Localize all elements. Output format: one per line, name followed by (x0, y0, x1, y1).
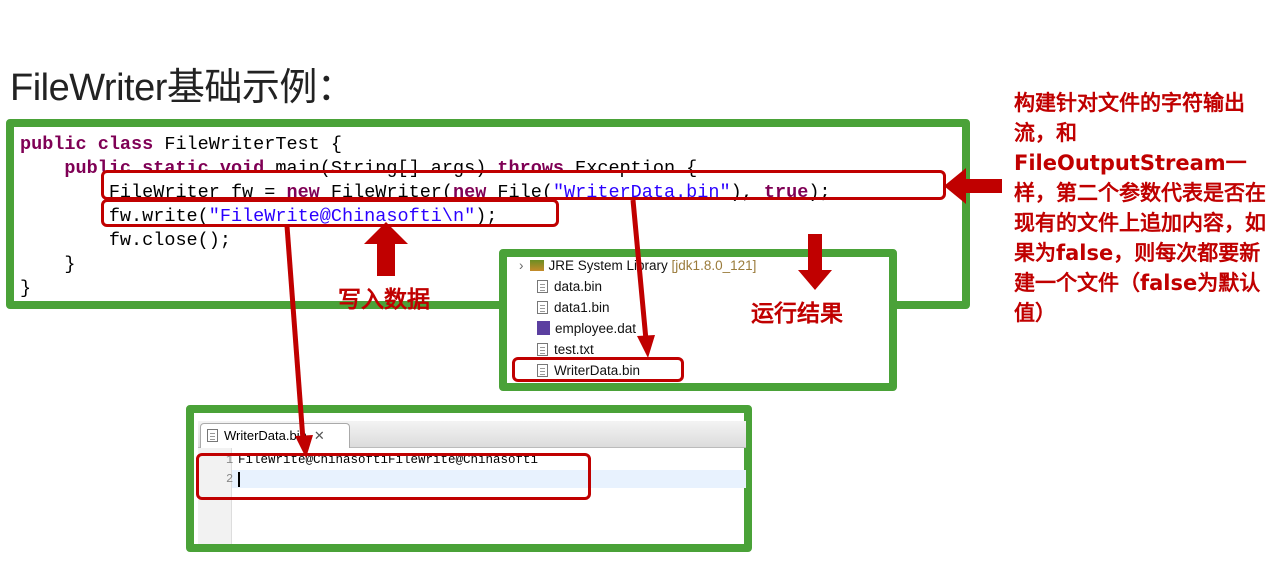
highlight-editor-content (196, 453, 591, 500)
run-result-label: 运行结果 (751, 301, 843, 327)
tree-item-file[interactable]: data.bin (537, 279, 602, 294)
side-note: 构建针对文件的字符输出流，和FileOutputStream一样，第二个参数代表… (1014, 91, 1266, 325)
highlight-writerdata-file (512, 357, 684, 382)
file-icon (207, 429, 218, 442)
tree-item-file[interactable]: employee.dat (537, 321, 636, 336)
chevron-right-icon: › (519, 258, 524, 273)
tree-item-file[interactable]: data1.bin (537, 300, 610, 315)
code-line-6: } (64, 254, 76, 275)
write-data-label: 写入数据 (338, 287, 430, 313)
file-icon (537, 343, 548, 356)
editor-tab-label: WriterData.bin (224, 428, 307, 443)
close-icon[interactable]: ✕ (314, 428, 325, 443)
tree-item-file[interactable]: test.txt (537, 342, 594, 357)
highlight-write-line (101, 199, 559, 227)
tree-item-jre[interactable]: › JRE System Library [jdk1.8.0_121] (519, 258, 756, 273)
code-line-1: public class FileWriterTest { (20, 134, 342, 155)
up-arrow-icon (364, 222, 408, 276)
highlight-filewriter-line (101, 170, 946, 200)
file-icon (537, 301, 548, 314)
file-icon (537, 280, 548, 293)
library-icon (529, 260, 544, 271)
editor-tab[interactable]: WriterData.bin ✕ (200, 423, 350, 448)
left-arrow-icon (944, 168, 1002, 204)
code-line-7: } (20, 278, 32, 299)
down-arrow-icon (798, 234, 832, 290)
slide-title: FileWriter基础示例： (10, 67, 355, 109)
code-line-5: fw.close(); (108, 230, 231, 251)
dat-file-icon (537, 321, 550, 335)
